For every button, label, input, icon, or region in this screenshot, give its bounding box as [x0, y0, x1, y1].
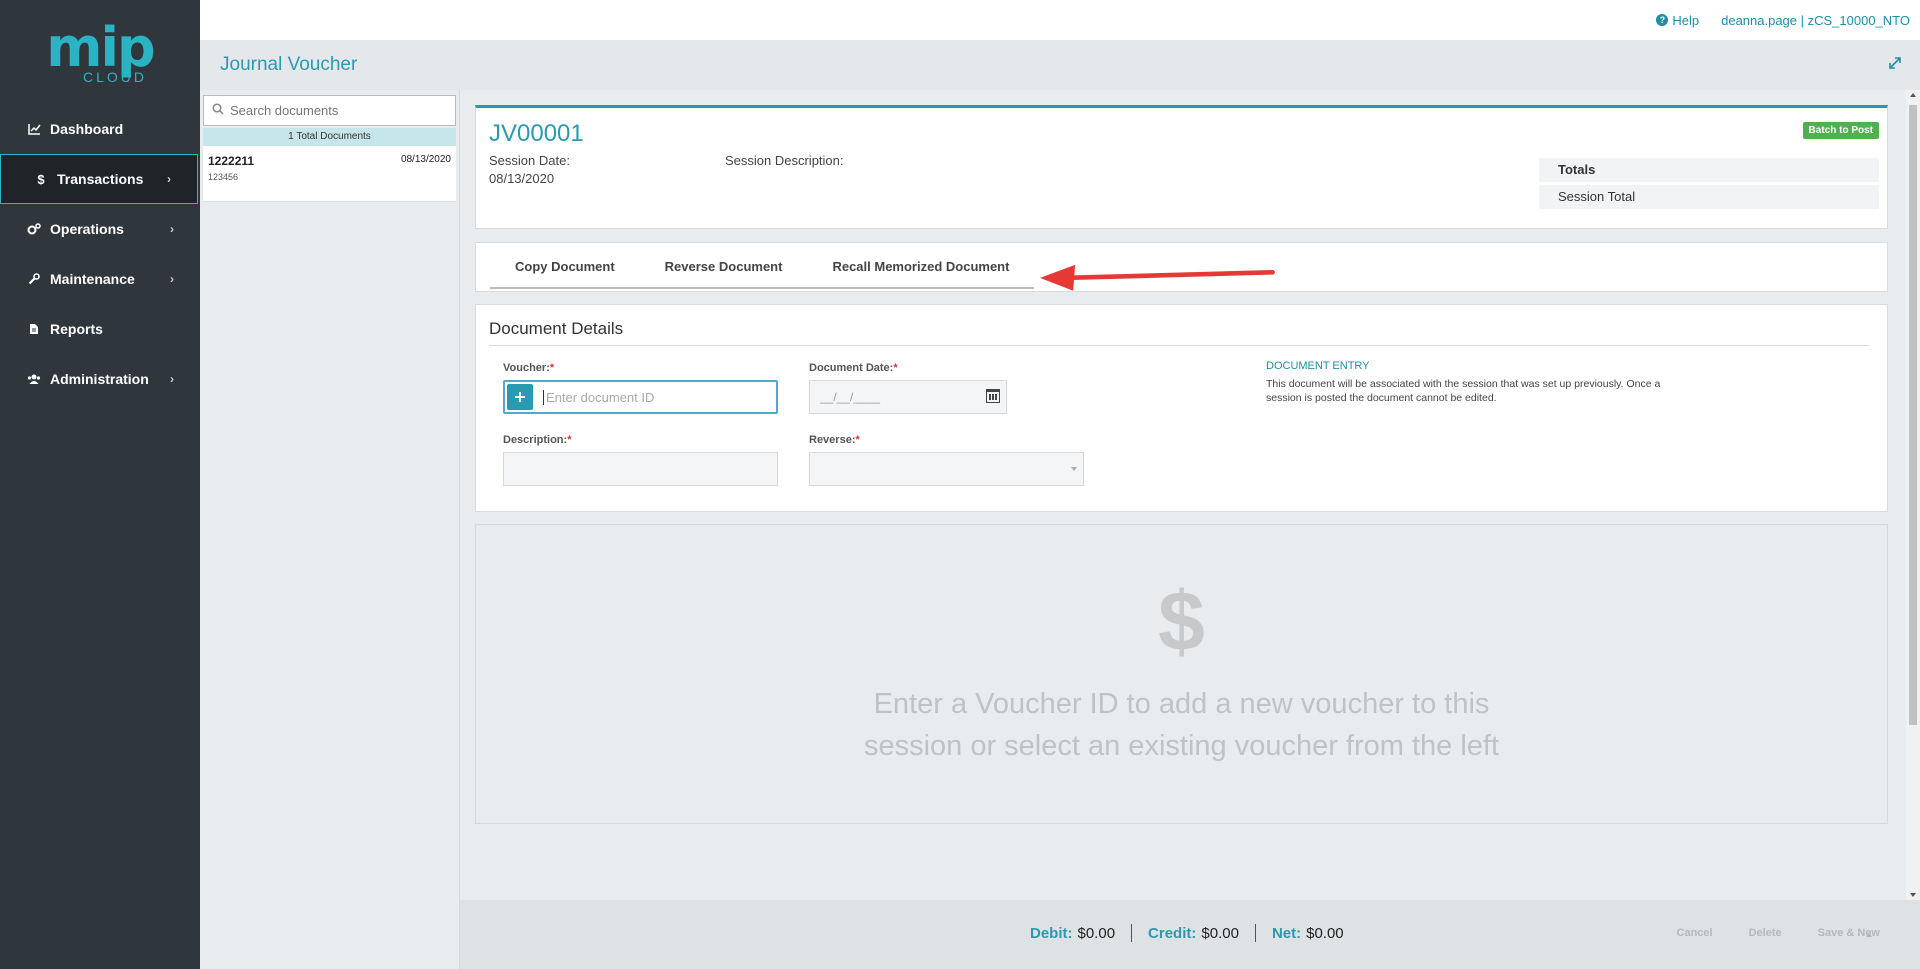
expand-icon[interactable]	[1888, 56, 1902, 75]
divider	[1254, 924, 1256, 942]
document-count: 1 Total Documents	[203, 128, 456, 146]
debit-value: $0.00	[1077, 924, 1116, 942]
title-bar: Journal Voucher	[200, 40, 1920, 90]
session-date-label: Session Date:	[489, 153, 570, 168]
calendar-icon[interactable]	[986, 389, 1000, 403]
file-icon	[26, 323, 42, 335]
search-box[interactable]	[203, 95, 456, 126]
session-total-row: Session Total	[1539, 185, 1879, 209]
recall-memorized-document-button[interactable]: Recall Memorized Document	[807, 259, 1034, 274]
wrench-icon	[26, 273, 42, 285]
debit-label: Debit:	[1030, 924, 1073, 942]
chevron-down-icon	[1071, 467, 1077, 471]
document-list-panel: 1 Total Documents 1222211 08/13/2020 123…	[200, 90, 460, 969]
document-date-label: Document Date:*	[809, 362, 898, 374]
dollar-icon: $	[1158, 574, 1205, 668]
totals-panel: Totals Session Total	[1539, 158, 1879, 212]
scroll-thumb[interactable]	[1909, 105, 1917, 725]
gears-icon	[26, 223, 42, 235]
document-sub: 123456	[208, 172, 239, 182]
totals-header: Totals	[1539, 158, 1879, 182]
required-marker: *	[549, 362, 555, 374]
document-entry-help-text: This document will be associated with th…	[1266, 378, 1661, 404]
nav-label-dashboard: Dashboard	[50, 121, 124, 137]
document-date-field[interactable]: __/__/____	[809, 380, 1007, 414]
document-details-card: Document Details Voucher:* Document Date…	[475, 304, 1888, 512]
footer-buttons: Cancel Delete Save & New	[1641, 927, 1880, 939]
sidebar: mip CLOUD Dashboard $ Transactions › Ope…	[0, 0, 200, 969]
users-icon	[26, 373, 42, 385]
document-date: 08/13/2020	[400, 154, 451, 165]
chevron-right-icon: ›	[167, 172, 171, 186]
description-input[interactable]	[503, 452, 778, 486]
footer-bar: Debit: $0.00 Credit: $0.00 Net: $0.00 Ca…	[460, 900, 1920, 969]
batch-to-post-button[interactable]: Batch to Post	[1802, 122, 1879, 139]
voucher-input[interactable]	[543, 389, 763, 405]
chevron-right-icon: ›	[170, 222, 174, 236]
net-value: $0.00	[1306, 924, 1344, 942]
logo-main-text: mip	[46, 16, 155, 79]
reverse-label: Reverse:*	[809, 434, 860, 446]
credit-label: Credit:	[1148, 924, 1197, 942]
empty-state: $ Enter a Voucher ID to add a new vouche…	[475, 524, 1888, 824]
chevron-up-icon[interactable]	[1866, 933, 1872, 937]
divider	[1131, 924, 1133, 942]
nav-label-transactions: Transactions	[57, 171, 144, 187]
top-bar: ? Help deanna.page | zCS_10000_NTO	[200, 0, 1920, 40]
required-marker: *	[855, 434, 860, 446]
nav-item-transactions[interactable]: $ Transactions ›	[0, 154, 198, 204]
nav-label-maintenance: Maintenance	[50, 271, 135, 287]
session-card: JV00001 Session Date: 08/13/2020 Session…	[475, 105, 1888, 229]
nav-label-administration: Administration	[50, 371, 149, 387]
copy-document-button[interactable]: Copy Document	[490, 259, 640, 274]
dollar-icon: $	[37, 171, 45, 187]
main-nav: Dashboard $ Transactions › Operations › …	[0, 104, 200, 404]
empty-state-message: Enter a Voucher ID to add a new voucher …	[863, 688, 1500, 762]
scroll-up-icon[interactable]	[1910, 93, 1916, 97]
nav-label-reports: Reports	[50, 321, 103, 337]
annotation-arrow-icon	[1040, 264, 1275, 291]
nav-item-operations[interactable]: Operations ›	[0, 204, 200, 254]
nav-item-dashboard[interactable]: Dashboard	[0, 104, 200, 154]
cancel-button[interactable]: Cancel	[1677, 927, 1713, 939]
nav-item-administration[interactable]: Administration ›	[0, 354, 200, 404]
nav-item-maintenance[interactable]: Maintenance ›	[0, 254, 200, 304]
list-item[interactable]: 1222211 08/13/2020 123456	[203, 146, 456, 202]
reverse-select[interactable]	[809, 452, 1084, 486]
chevron-right-icon: ›	[170, 272, 174, 286]
question-circle-icon: ?	[1656, 14, 1669, 26]
search-icon	[212, 103, 224, 118]
voucher-field[interactable]	[503, 380, 778, 414]
session-description-label: Session Description:	[725, 153, 844, 168]
required-marker: *	[567, 434, 572, 446]
document-details-title: Document Details	[489, 319, 1869, 346]
chart-line-icon	[26, 123, 42, 135]
description-label: Description:*	[503, 434, 572, 446]
nav-label-operations: Operations	[50, 221, 124, 237]
user-org-link[interactable]: deanna.page | zCS_10000_NTO	[1721, 13, 1910, 28]
scroll-down-icon[interactable]	[1910, 893, 1916, 897]
delete-button[interactable]: Delete	[1749, 927, 1782, 939]
nav-item-reports[interactable]: Reports	[0, 304, 200, 354]
logo-sub-text: CLOUD	[82, 69, 147, 85]
voucher-label: Voucher:*	[503, 362, 555, 374]
reverse-document-button[interactable]: Reverse Document	[640, 259, 808, 274]
document-entry-title: DOCUMENT ENTRY	[1266, 360, 1370, 372]
main-content: JV00001 Session Date: 08/13/2020 Session…	[460, 90, 1906, 900]
help-label: Help	[1672, 12, 1700, 28]
required-marker: *	[893, 362, 898, 374]
scrollbar[interactable]	[1906, 90, 1920, 900]
page-title: Journal Voucher	[220, 54, 358, 75]
search-input[interactable]	[230, 103, 430, 118]
chevron-right-icon: ›	[170, 372, 174, 386]
net-label: Net:	[1271, 924, 1302, 942]
session-id: JV00001	[489, 120, 584, 147]
add-voucher-button[interactable]	[507, 384, 533, 410]
credit-value: $0.00	[1201, 924, 1239, 942]
session-date-value: 08/13/2020	[489, 171, 555, 186]
footer-totals: Debit: $0.00 Credit: $0.00 Net: $0.00	[1030, 924, 1344, 942]
help-link[interactable]: ? Help	[1656, 13, 1699, 28]
mip-cloud-logo[interactable]: mip CLOUD	[0, 0, 200, 100]
document-date-placeholder: __/__/____	[820, 390, 881, 404]
